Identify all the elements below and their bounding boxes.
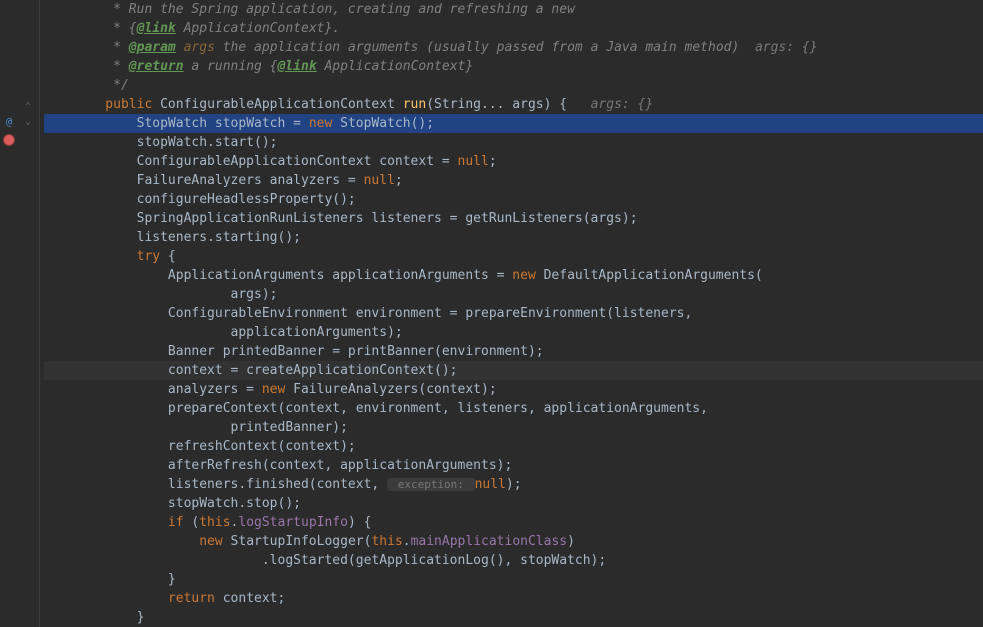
code-line[interactable]: prepareContext(context, environment, lis… xyxy=(44,399,983,418)
code-line[interactable]: refreshContext(context); xyxy=(44,437,983,456)
code-line[interactable]: listeners.finished(context, exception: n… xyxy=(44,475,983,494)
code-line[interactable]: public ConfigurableApplicationContext ru… xyxy=(44,95,983,114)
code-line[interactable]: applicationArguments); xyxy=(44,323,983,342)
code-line[interactable]: stopWatch.stop(); xyxy=(44,494,983,513)
code-editor[interactable]: @ ⌃ ⌄ * Run the Spring application, crea… xyxy=(0,0,983,627)
code-line[interactable]: * @return a running {@link ApplicationCo… xyxy=(44,57,983,76)
code-line[interactable]: ConfigurableEnvironment environment = pr… xyxy=(44,304,983,323)
inlay-hint: args: {} xyxy=(567,97,653,112)
code-line-caret[interactable]: context = createApplicationContext(); xyxy=(44,361,983,380)
code-line[interactable]: .logStarted(getApplicationLog(), stopWat… xyxy=(44,551,983,570)
code-line[interactable]: ConfigurableApplicationContext context =… xyxy=(44,152,983,171)
code-line[interactable]: * Run the Spring application, creating a… xyxy=(44,0,983,19)
code-line[interactable]: } xyxy=(44,608,983,627)
code-line[interactable]: configureHeadlessProperty(); xyxy=(44,190,983,209)
code-line[interactable]: * {@link ApplicationContext}. xyxy=(44,19,983,38)
override-marker-icon[interactable]: @ xyxy=(2,114,16,128)
code-line[interactable]: args); xyxy=(44,285,983,304)
editor-gutter[interactable]: @ ⌃ ⌄ xyxy=(0,0,40,627)
code-line[interactable]: SpringApplicationRunListeners listeners … xyxy=(44,209,983,228)
code-line[interactable]: ApplicationArguments applicationArgument… xyxy=(44,266,983,285)
code-line[interactable]: return context; xyxy=(44,589,983,608)
fold-marker-icon[interactable]: ⌄ xyxy=(25,112,35,131)
code-line[interactable]: if (this.logStartupInfo) { xyxy=(44,513,983,532)
code-line[interactable]: } xyxy=(44,570,983,589)
code-line[interactable]: new StartupInfoLogger(this.mainApplicati… xyxy=(44,532,983,551)
inlay-hint: exception: xyxy=(387,478,474,491)
code-line[interactable]: afterRefresh(context, applicationArgumen… xyxy=(44,456,983,475)
breakpoint-icon[interactable] xyxy=(2,133,16,147)
code-line[interactable]: * @param args the application arguments … xyxy=(44,38,983,57)
code-line-highlighted[interactable]: StopWatch stopWatch = new StopWatch(); xyxy=(44,114,983,133)
code-line[interactable]: try { xyxy=(44,247,983,266)
code-line[interactable]: analyzers = new FailureAnalyzers(context… xyxy=(44,380,983,399)
code-line[interactable]: stopWatch.start(); xyxy=(44,133,983,152)
code-content[interactable]: * Run the Spring application, creating a… xyxy=(40,0,983,627)
code-line[interactable]: listeners.starting(); xyxy=(44,228,983,247)
code-line[interactable]: */ xyxy=(44,76,983,95)
javadoc-text: * Run the Spring application, creating a… xyxy=(74,2,575,17)
code-line[interactable]: Banner printedBanner = printBanner(envir… xyxy=(44,342,983,361)
code-line[interactable]: printedBanner); xyxy=(44,418,983,437)
code-line[interactable]: FailureAnalyzers analyzers = null; xyxy=(44,171,983,190)
inlay-hint: args: {} xyxy=(739,40,817,55)
